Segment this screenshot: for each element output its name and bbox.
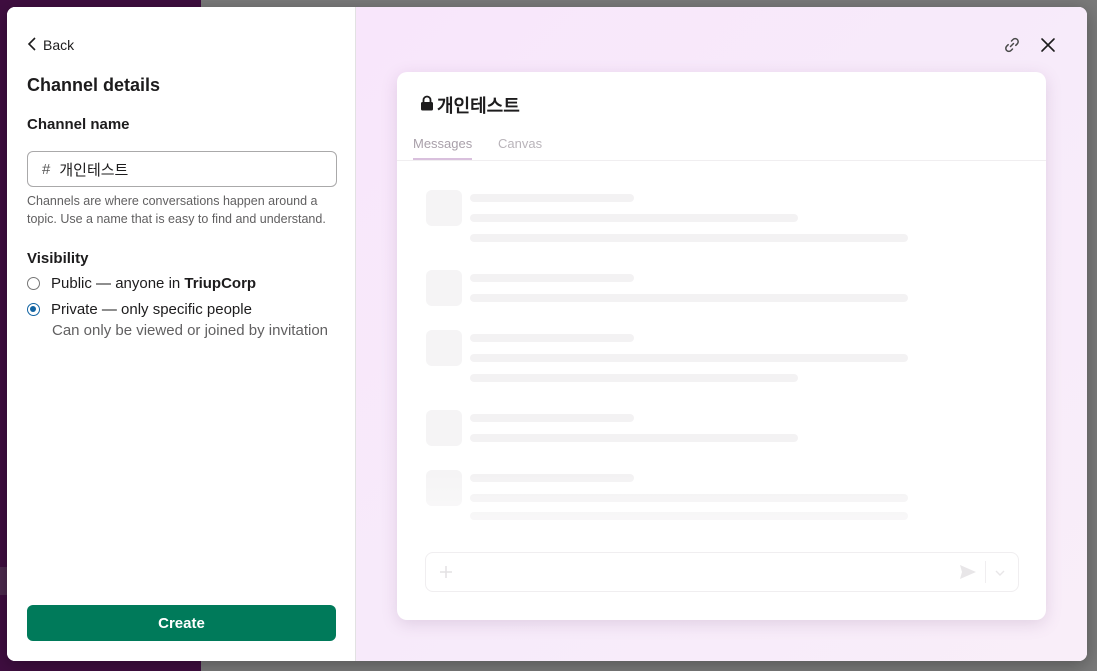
visibility-label: Visibility [27,250,89,267]
skeleton-line [470,194,634,202]
skeleton-line [470,334,634,342]
send-icon [959,564,977,585]
chevron-left-icon [27,36,37,54]
private-option-description: Can only be viewed or joined by invitati… [52,322,328,339]
channel-preview-panel: 개인테스트 Messages Canvas [356,7,1087,661]
preview-tabs: Messages Canvas [397,136,1046,161]
back-button[interactable]: Back [27,35,74,55]
visibility-option-private[interactable]: Private — only specific people [27,301,252,318]
skeleton-fade [397,472,1046,552]
channel-name-value: 개인테스트 [59,161,129,179]
skeleton-line [470,414,634,422]
skeleton-line [470,234,908,242]
create-channel-modal: Back Channel details Channel name # 개인테스… [7,7,1087,661]
lock-icon [420,95,434,116]
skeleton-line [470,374,798,382]
panel-title: Channel details [27,75,161,95]
tab-canvas: Canvas [498,136,543,151]
create-button[interactable]: Create [27,605,336,641]
public-radio[interactable] [27,277,40,290]
preview-composer [425,552,1019,592]
close-icon[interactable] [1037,34,1059,56]
divider [985,561,986,583]
chevron-down-icon [994,566,1006,584]
skeleton-line [470,214,798,222]
skeleton-avatar [426,330,462,366]
back-label: Back [43,37,75,53]
channel-name-label: Channel name [27,116,130,133]
public-option-label: Public — anyone in TriupCorp [51,275,257,292]
hash-icon: # [42,160,51,178]
tab-messages: Messages [413,136,473,160]
channel-details-panel: Back Channel details Channel name # 개인테스… [7,7,356,661]
link-icon[interactable] [1001,34,1023,56]
skeleton-line [470,434,798,442]
preview-channel-title: 개인테스트 [420,92,520,118]
skeleton-avatar [426,270,462,306]
skeleton-line [470,354,908,362]
private-option-label: Private — only specific people [51,301,252,318]
channel-name-input[interactable]: # 개인테스트 [27,151,337,187]
private-radio[interactable] [27,303,40,316]
channel-preview-card: 개인테스트 Messages Canvas [397,72,1046,620]
skeleton-line [470,274,634,282]
skeleton-avatar [426,190,462,226]
preview-channel-name: 개인테스트 [437,96,520,116]
skeleton-avatar [426,410,462,446]
channel-name-help: Channels are where conversations happen … [27,194,326,226]
visibility-option-public[interactable]: Public — anyone in TriupCorp [27,275,256,292]
skeleton-line [470,294,908,302]
plus-icon [438,564,454,585]
